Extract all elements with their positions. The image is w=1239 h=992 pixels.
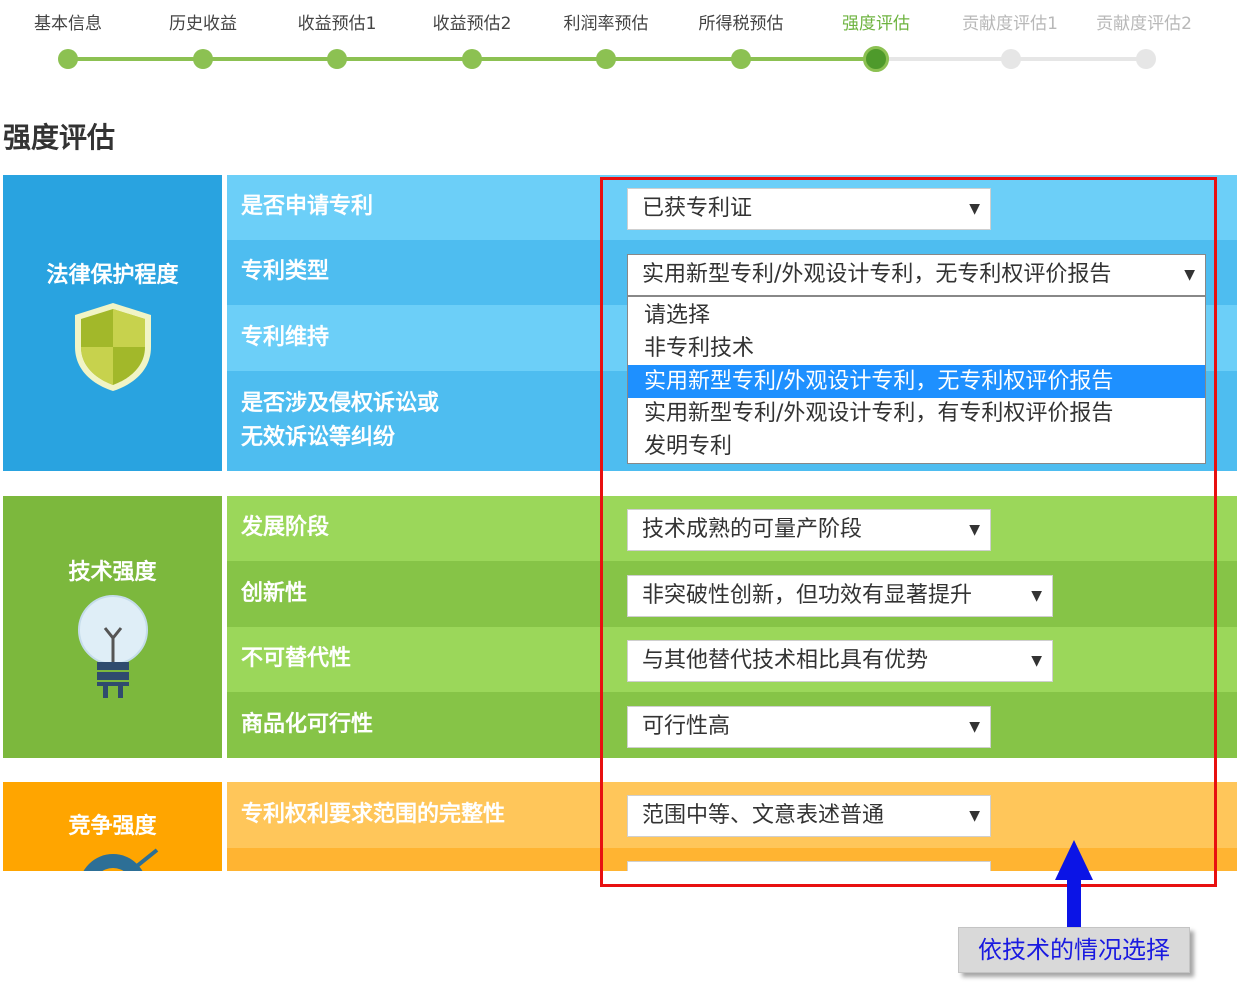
step-dot-basic-info[interactable]	[58, 49, 78, 69]
step-label-contribution-1[interactable]: 贡献度评估1	[943, 9, 1077, 34]
row-label-line2: 无效诉讼等纠纷	[241, 425, 396, 450]
step-dot-contribution-1[interactable]	[1001, 49, 1021, 69]
step-label-basic-info[interactable]: 基本信息	[1, 9, 135, 34]
section-tech-header: 技术强度	[3, 496, 222, 758]
row-label: 专利维持	[241, 325, 330, 350]
row-label: 是否涉及侵权诉讼或	[241, 391, 440, 416]
step-dot-revenue-forecast-2[interactable]	[462, 49, 482, 69]
up-arrow-icon	[1055, 840, 1093, 880]
step-dot-contribution-2[interactable]	[1136, 49, 1156, 69]
section-legal-header: 法律保护程度	[3, 175, 222, 471]
page-title: 强度评估	[3, 121, 116, 154]
step-label-margin-forecast[interactable]: 利润率预估	[539, 9, 673, 34]
row-label: 专利权利要求范围的完整性	[241, 802, 506, 827]
section-legal-title: 法律保护程度	[46, 263, 179, 288]
row-label: 商品化可行性	[241, 712, 374, 737]
step-label-history-revenue[interactable]: 历史收益	[136, 9, 270, 34]
annotation-note: 依技术的情况选择	[958, 927, 1190, 973]
section-competition-title: 竞争强度	[68, 814, 157, 839]
step-dot-strength[interactable]	[863, 46, 889, 72]
step-dot-history-revenue[interactable]	[193, 49, 213, 69]
section-competition-header: 竞争强度	[3, 782, 222, 871]
step-label-revenue-forecast-2[interactable]: 收益预估2	[405, 9, 539, 34]
target-icon	[83, 848, 159, 871]
row-label: 专利类型	[241, 259, 330, 284]
section-tech-title: 技术强度	[68, 560, 157, 585]
row-label: 发展阶段	[241, 515, 330, 540]
step-dot-revenue-forecast-1[interactable]	[327, 49, 347, 69]
progress-stepper: 基本信息 历史收益 收益预估1 收益预估2 利润率预估 所得税预估 强度评估 贡…	[0, 0, 1239, 80]
lightbulb-icon	[78, 595, 148, 698]
step-dot-margin-forecast[interactable]	[596, 49, 616, 69]
highlight-box	[600, 177, 1217, 887]
step-label-contribution-2[interactable]: 贡献度评估2	[1077, 9, 1211, 34]
row-label: 不可替代性	[241, 646, 352, 671]
step-label-revenue-forecast-1[interactable]: 收益预估1	[270, 9, 404, 34]
step-label-strength[interactable]: 强度评估	[809, 9, 943, 34]
row-label: 创新性	[241, 581, 308, 606]
arrow-shaft	[1067, 878, 1081, 928]
step-dot-tax-forecast[interactable]	[731, 49, 751, 69]
shield-icon	[75, 303, 151, 391]
step-label-tax-forecast[interactable]: 所得税预估	[674, 9, 808, 34]
row-label: 是否申请专利	[241, 194, 374, 219]
